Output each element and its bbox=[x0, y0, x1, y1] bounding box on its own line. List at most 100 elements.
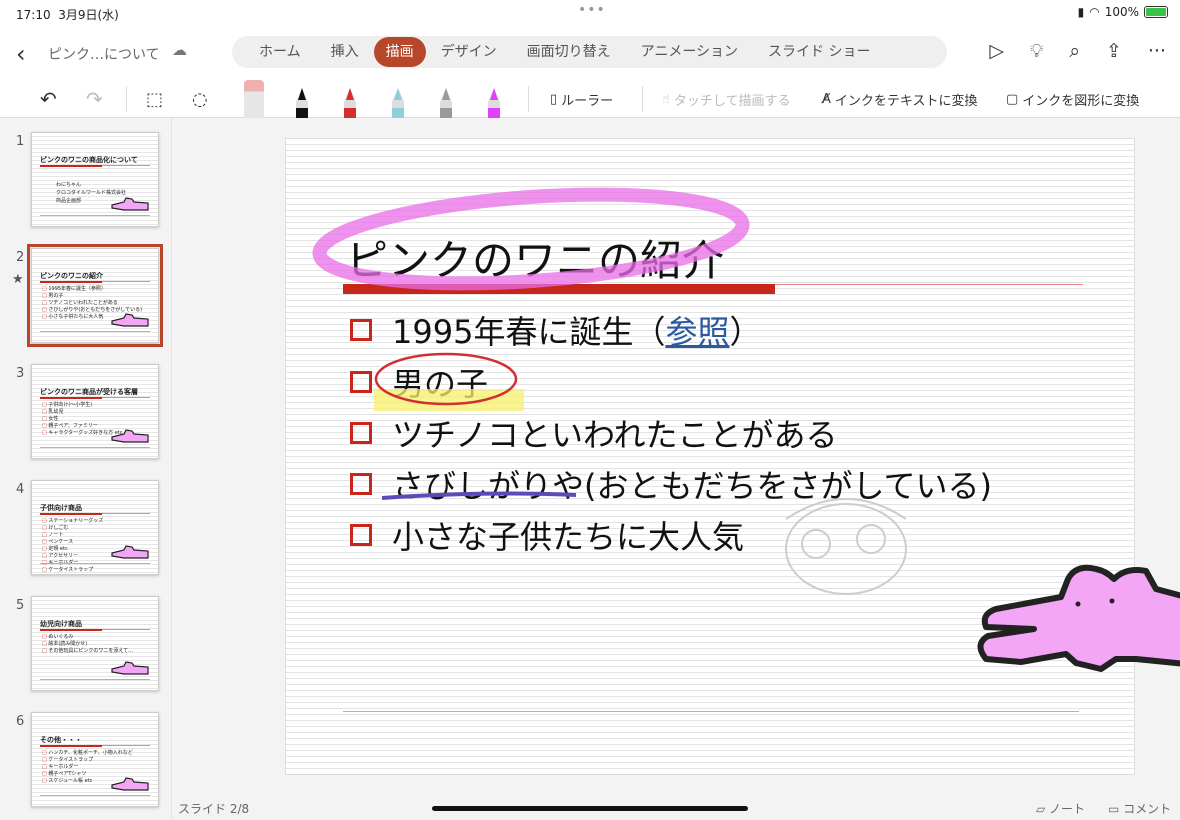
redo-icon[interactable]: ↷ bbox=[86, 87, 103, 111]
thumb-title: 幼児向け商品 bbox=[40, 620, 82, 628]
multitask-dots-icon[interactable]: ••• bbox=[578, 2, 606, 18]
thumb-item: 男の子 bbox=[42, 293, 142, 300]
document-title[interactable]: ピンク…について bbox=[48, 44, 160, 64]
thumb-item: アクセサリー bbox=[42, 553, 103, 560]
pen-tool-1[interactable] bbox=[292, 86, 308, 118]
bullet-box-icon bbox=[350, 473, 372, 495]
status-bar: 17:10 3月9日(水) ••• ▮ ◠ 100% bbox=[0, 0, 1180, 26]
thumb-item: 定規 etc bbox=[42, 546, 103, 553]
touch-draw-button[interactable]: ☝ タッチして描画する bbox=[662, 90, 791, 109]
slide-number: 4 bbox=[16, 482, 25, 497]
footer-line bbox=[343, 711, 1079, 712]
thumb-item: ハンカチ、化粧ポーチ、小物入れなど bbox=[42, 750, 132, 757]
lasso-icon[interactable]: ◌ bbox=[192, 89, 208, 110]
tab-4[interactable]: 画面切り替え bbox=[512, 37, 626, 67]
slide-counter: スライド 2/8 bbox=[178, 802, 250, 816]
home-indicator[interactable] bbox=[432, 806, 748, 811]
slide-title[interactable]: ピンクのワニの紹介 bbox=[346, 227, 724, 288]
thumb-item: けしごむ bbox=[42, 525, 103, 532]
share-icon[interactable]: ⇪ bbox=[1106, 40, 1122, 62]
comments-button[interactable]: ▭ コメント bbox=[1108, 800, 1171, 817]
ink-to-shape-button[interactable]: ▢ インクを図形に変換 bbox=[1006, 90, 1139, 109]
bottom-bar: スライド 2/8 ▱ ノート ▭ コメント bbox=[0, 796, 1180, 820]
slide-thumbnail-6[interactable]: その他・・・ハンカチ、化粧ポーチ、小物入れなどケータイストラップキーホルダー親子… bbox=[31, 712, 159, 807]
ink-to-text-button[interactable]: A̸ インクをテキストに変換 bbox=[822, 90, 978, 109]
select-rect-icon[interactable]: ⬚ bbox=[146, 89, 163, 110]
thumb-title: その他・・・ bbox=[40, 736, 82, 744]
thumb-item: ぬいぐるみ bbox=[42, 634, 133, 641]
thumb-item: ケータイストラップ bbox=[42, 567, 103, 574]
current-slide[interactable]: ピンクのワニの紹介 1995年春に誕生（ 参照） 男の子 ツチノコといわれたことが… bbox=[285, 138, 1180, 775]
note-icon: ▱ bbox=[1036, 802, 1050, 816]
draw-toolbar: ↶ ↷ ⬚ ◌ ▯ ルーラー ☝ タッチして描画する A̸ インクをテキストに変換 ▢… bbox=[0, 80, 1180, 118]
ruler-icon: ▯ bbox=[550, 92, 558, 107]
comment-icon: ▭ bbox=[1108, 802, 1124, 816]
bullet-item[interactable]: ツチノコといわれたことがある bbox=[350, 410, 837, 456]
thumb-item: ケータイストラップ bbox=[42, 757, 133, 764]
thumb-item: 1995年春に誕生（参照） bbox=[42, 286, 142, 293]
undo-icon[interactable]: ↶ bbox=[40, 87, 57, 111]
lightbulb-icon[interactable]: 💡︎ bbox=[1030, 40, 1043, 62]
hand-icon: ☝ bbox=[662, 92, 670, 107]
wifi-icon: ◠ bbox=[1089, 5, 1100, 19]
tab-3[interactable]: デザイン bbox=[426, 37, 512, 67]
thumb-title: 子供向け商品 bbox=[40, 504, 82, 512]
slide-number: 1 bbox=[16, 134, 25, 149]
notes-button[interactable]: ▱ ノート bbox=[1036, 800, 1085, 817]
pink-crocodile-drawing bbox=[977, 564, 1180, 672]
ruler-button[interactable]: ▯ ルーラー bbox=[550, 90, 613, 109]
back-chevron-icon[interactable]: ‹ bbox=[16, 40, 26, 68]
thumb-item: キーホルダー bbox=[42, 764, 133, 771]
croc-thumb-drawing bbox=[111, 777, 149, 791]
app-header: ‹ ピンク…について ☁ ホーム 挿入 描画 デザイン 画面切り替え アニメーション スライ… bbox=[0, 26, 1180, 118]
bullet-box-icon bbox=[350, 422, 372, 444]
more-icon[interactable]: ··· bbox=[1148, 40, 1166, 62]
search-icon[interactable]: ⌕ bbox=[1069, 40, 1080, 62]
tab-0[interactable]: ホーム bbox=[244, 37, 316, 67]
eraser-tool[interactable] bbox=[244, 80, 264, 118]
slide-thumbnail-1[interactable]: ピンクのワニの商品化について わにちゃん クロコダイルワールド株式会社 商品企画部 bbox=[31, 132, 159, 227]
cloud-sync-icon[interactable]: ☁ bbox=[172, 41, 187, 59]
ink-text-icon: A̸ bbox=[822, 92, 831, 107]
thumb-title: ピンクのワニ商品が受ける客層 bbox=[40, 388, 138, 396]
bullet-item[interactable]: 男の子 bbox=[350, 359, 488, 405]
play-icon[interactable]: ▷ bbox=[989, 40, 1004, 62]
pen-tool-4[interactable] bbox=[436, 86, 452, 118]
bullet-item[interactable]: さびしがりや(おともだちをさがしている) bbox=[350, 461, 992, 507]
bullet-box-icon bbox=[350, 371, 372, 393]
slide-thumbnail-4[interactable]: 子供向け商品ステーショナリーグッズけしごむノートペンケース定規 etcアクセサリ… bbox=[31, 480, 159, 575]
croc-thumb-drawing bbox=[111, 545, 149, 559]
slide-thumbnail-5[interactable]: 幼児向け商品ぬいぐるみ絵本(読み聞かせ)その他玩具にピンクのワニを添えて… bbox=[31, 596, 159, 691]
ribbon-tabs: ホーム 挿入 描画 デザイン 画面切り替え アニメーション スライド ショー bbox=[232, 36, 947, 68]
status-time: 17:10 3月9日(水) bbox=[16, 8, 119, 22]
slide-thumbnails[interactable]: 1 ピンクのワニの商品化について わにちゃん クロコダイルワールド株式会社 商品企画部 2… bbox=[0, 118, 172, 820]
tab-5[interactable]: アニメーション bbox=[626, 37, 753, 67]
pen-tool-2[interactable] bbox=[340, 86, 356, 118]
bullet-item[interactable]: 1995年春に誕生（ 参照） bbox=[350, 307, 761, 353]
thumb-item: 女性 bbox=[42, 416, 123, 423]
thumb-item: 子供向け(～小学生) bbox=[42, 402, 123, 409]
croc-thumb-drawing bbox=[111, 661, 149, 675]
pen-tool-3[interactable] bbox=[388, 86, 404, 118]
bullet-box-icon bbox=[350, 524, 372, 546]
bullet-box-icon bbox=[350, 319, 372, 341]
tab-2[interactable]: 描画 bbox=[373, 37, 426, 67]
bullet-item[interactable]: 小さな子供たちに大人気 bbox=[350, 512, 744, 558]
slide-thumbnail-3[interactable]: ピンクのワニ商品が受ける客層子供向け(～小学生)乳幼児女性親子ペア、ファミリーキ… bbox=[31, 364, 159, 459]
thumb-item: ステーショナリーグッズ bbox=[42, 518, 103, 525]
thumb-item: 絵本(読み聞かせ) bbox=[42, 641, 133, 648]
thumb-item: その他玩具にピンクのワニを添えて… bbox=[42, 648, 133, 655]
croc-thumb-drawing bbox=[111, 313, 149, 327]
slide-number: 5 bbox=[16, 598, 25, 613]
slide-number: 6 bbox=[16, 714, 25, 729]
thumb-item: ノート bbox=[42, 532, 103, 539]
slide-thumbnail-2[interactable]: ピンクのワニの紹介1995年春に誕生（参照）男の子ツチノコといわれたことがあるさ… bbox=[27, 244, 163, 347]
pen-tool-5[interactable] bbox=[484, 86, 500, 118]
tab-6[interactable]: スライド ショー bbox=[753, 37, 885, 67]
thumb-item: ツチノコといわれたことがある bbox=[42, 300, 142, 307]
slide-canvas-area: ピンクのワニの紹介 1995年春に誕生（ 参照） 男の子 ツチノコといわれたことが… bbox=[173, 118, 1180, 796]
reference-link[interactable]: 参照 bbox=[665, 307, 729, 353]
tab-1[interactable]: 挿入 bbox=[316, 37, 374, 67]
thumb-item: ペンケース bbox=[42, 539, 103, 546]
thumb-text: わにちゃん bbox=[56, 182, 82, 188]
